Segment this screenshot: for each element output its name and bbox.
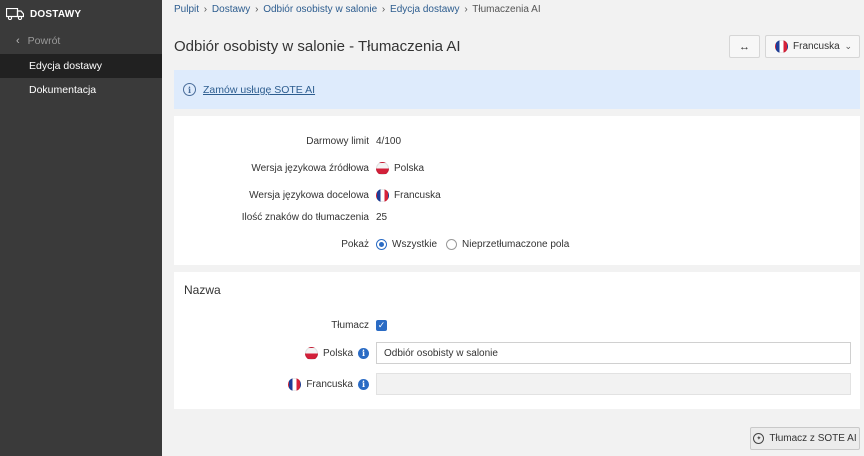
free-limit-label: Darmowy limit <box>306 135 369 147</box>
polish-flag-icon <box>304 346 318 360</box>
order-sote-ai-link[interactable]: Zamów usługę SOTE AI <box>203 84 315 96</box>
french-name-label: Francuska i <box>288 377 369 391</box>
free-limit-value: 4/100 <box>376 135 402 147</box>
french-name-input[interactable] <box>376 373 851 395</box>
main-content: Pulpit › Dostawy › Odbiór osobisty w sal… <box>162 0 864 456</box>
sidebar-title: DOSTAWY <box>30 8 82 20</box>
free-limit-row: Darmowy limit 4/100 <box>174 132 860 150</box>
translator-row: Tłumacz ✓ <box>174 316 860 334</box>
page-title: Odbiór osobisty w salonie - Tłumaczenia … <box>174 38 461 55</box>
sidebar: DOSTAWY ‹ Powrót Edycja dostawy Dokument… <box>0 0 162 456</box>
radio-all[interactable] <box>376 238 387 250</box>
radio-untranslated[interactable] <box>446 238 457 250</box>
breadcrumb-item-edit[interactable]: Edycja dostawy <box>390 4 459 15</box>
language-select[interactable]: Francuska ⌄ <box>765 35 860 58</box>
char-count-label: Ilość znaków do tłumaczenia <box>241 211 369 223</box>
language-select-value: Francuska <box>793 41 840 52</box>
polish-name-input[interactable]: Odbiór osobisty w salonie <box>376 342 851 364</box>
swap-arrows-icon: ↔ <box>739 40 750 53</box>
truck-icon <box>5 7 25 21</box>
translate-sote-ai-button[interactable]: ✦ Tłumacz z SOTE AI <box>750 427 860 450</box>
breadcrumb-item-deliveries[interactable]: Dostawy <box>212 4 250 15</box>
show-label: Pokaż <box>341 238 369 250</box>
translator-label: Tłumacz <box>331 319 369 331</box>
chevron-left-icon: ‹ <box>16 35 20 47</box>
sidebar-item-edit-delivery[interactable]: Edycja dostawy <box>0 54 162 78</box>
breadcrumb-item-dashboard[interactable]: Pulpit <box>174 4 199 15</box>
top-toolbar: ↔ Francuska ⌄ <box>729 35 860 58</box>
info-icon[interactable]: i <box>358 378 369 390</box>
name-panel: Nazwa Tłumacz ✓ Polska i Odbiór osobisty… <box>174 272 860 409</box>
polish-name-label: Polska i <box>304 346 369 360</box>
radio-untranslated-label[interactable]: Nieprzetłumaczone pola <box>462 239 569 250</box>
source-lang-row: Wersja językowa źródłowa Polska <box>174 159 860 177</box>
breadcrumb: Pulpit › Dostawy › Odbiór osobisty w sal… <box>174 4 541 15</box>
char-count-row: Ilość znaków do tłumaczenia 25 <box>174 208 860 226</box>
sidebar-item-label: Dokumentacja <box>29 84 97 96</box>
translate-button-label: Tłumacz z SOTE AI <box>769 433 857 444</box>
breadcrumb-item-delivery[interactable]: Odbiór osobisty w salonie <box>263 4 377 15</box>
target-lang-row: Wersja językowa docelowa Francuska <box>174 186 860 204</box>
show-filter-row: Pokaż Wszystkie Nieprzetłumaczone pola <box>174 235 860 253</box>
french-flag-icon <box>775 40 788 53</box>
breadcrumb-current: Tłumaczenia AI <box>472 4 541 15</box>
translator-checkbox[interactable]: ✓ <box>376 319 387 331</box>
french-flag-icon <box>288 377 302 391</box>
sidebar-header: DOSTAWY <box>0 0 162 28</box>
sidebar-item-documentation[interactable]: Dokumentacja <box>0 78 162 102</box>
chevron-down-icon: ⌄ <box>844 41 852 51</box>
french-flag-icon <box>376 188 389 202</box>
info-icon: i <box>183 83 196 96</box>
back-label: Powrót <box>27 35 61 47</box>
char-count-value: 25 <box>376 211 388 223</box>
section-title: Nazwa <box>184 283 221 297</box>
details-panel: Darmowy limit 4/100 Wersja językowa źród… <box>174 116 860 265</box>
polish-flag-icon <box>376 161 389 175</box>
show-radio-group: Wszystkie Nieprzetłumaczone pola <box>376 238 578 250</box>
swap-button[interactable]: ↔ <box>729 35 760 58</box>
ai-icon: ✦ <box>753 433 765 444</box>
sidebar-item-label: Edycja dostawy <box>29 60 102 72</box>
back-link[interactable]: ‹ Powrót <box>0 28 162 54</box>
target-lang-label: Wersja językowa docelowa <box>249 189 369 201</box>
info-icon[interactable]: i <box>358 347 369 359</box>
source-lang-value: Polska <box>376 161 424 175</box>
info-banner: i Zamów usługę SOTE AI <box>174 70 860 109</box>
source-lang-label: Wersja językowa źródłowa <box>251 162 369 174</box>
target-lang-value: Francuska <box>376 188 441 202</box>
radio-all-label[interactable]: Wszystkie <box>392 239 437 250</box>
